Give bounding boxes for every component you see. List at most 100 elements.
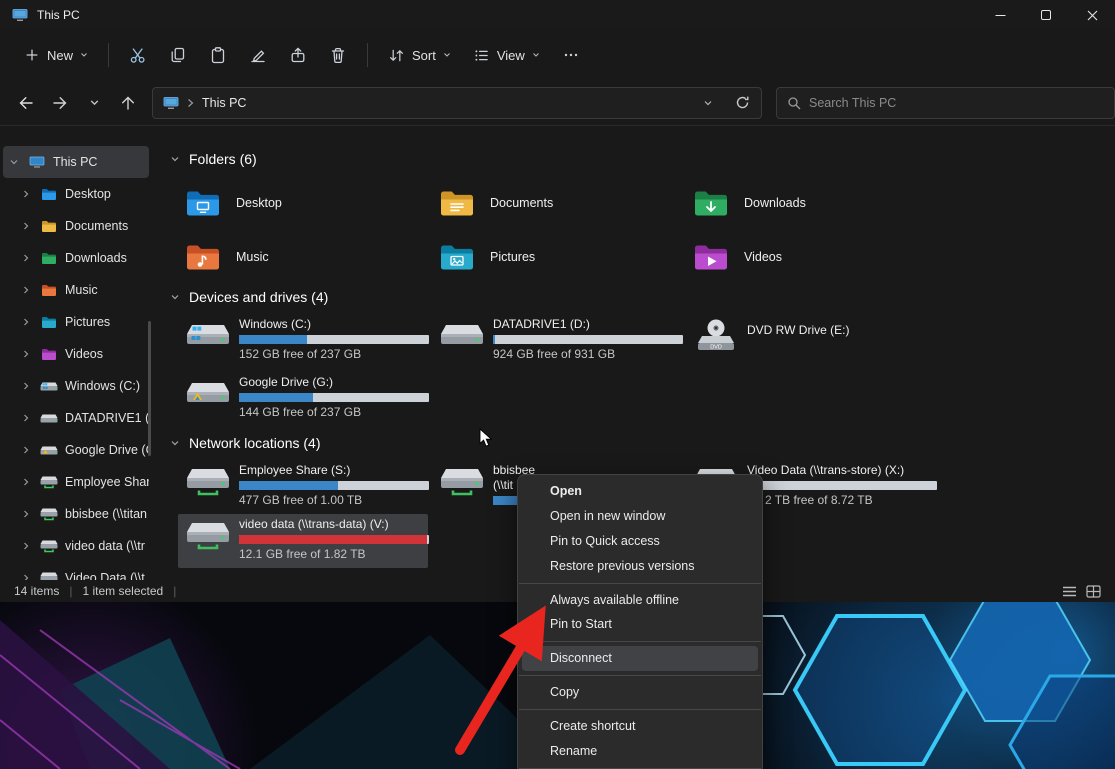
- sidebar-scrollbar[interactable]: [148, 321, 151, 456]
- chevron-right-icon[interactable]: [21, 573, 33, 580]
- search-box[interactable]: [776, 87, 1115, 119]
- menu-item-open[interactable]: Open: [522, 479, 758, 504]
- menu-item-restore-previous[interactable]: Restore previous versions: [522, 554, 758, 579]
- menu-item-disconnect[interactable]: Disconnect: [522, 646, 758, 671]
- menu-item-pin-quick-access[interactable]: Pin to Quick access: [522, 529, 758, 554]
- address-dropdown-button[interactable]: [695, 90, 721, 116]
- search-input[interactable]: [809, 96, 1104, 110]
- sidebar-item-datadrive1[interactable]: DATADRIVE1 (D: [3, 402, 149, 434]
- sidebar-item-music[interactable]: Music: [3, 274, 149, 306]
- folder-tile-desktop[interactable]: Desktop: [185, 176, 435, 230]
- breadcrumb[interactable]: This PC: [202, 96, 246, 110]
- rename-button[interactable]: [239, 38, 277, 72]
- sidebar-item-video-data-x[interactable]: Video Data (\\t: [3, 562, 149, 580]
- drive-tile-datadrive1[interactable]: DATADRIVE1 (D:) 924 GB free of 931 GB: [432, 314, 682, 372]
- chevron-right-icon[interactable]: [21, 509, 33, 519]
- drive-tile-google-drive[interactable]: Google Drive (G:) 144 GB free of 237 GB: [178, 372, 428, 430]
- share-button[interactable]: [279, 38, 317, 72]
- toolbar-separator: [108, 43, 109, 67]
- sidebar-item-documents[interactable]: Documents: [3, 210, 149, 242]
- chevron-right-icon[interactable]: [21, 189, 33, 199]
- copy-button[interactable]: [159, 38, 197, 72]
- sidebar-item-employee-share[interactable]: Employee Shar: [3, 466, 149, 498]
- arrow-up-icon: [119, 94, 137, 112]
- chevron-down-icon[interactable]: [9, 157, 21, 167]
- drive-tile-windows-c[interactable]: Windows (C:) 152 GB free of 237 GB: [178, 314, 428, 372]
- menu-item-copy[interactable]: Copy: [522, 680, 758, 705]
- menu-separator: [519, 709, 761, 710]
- sidebar-item-pictures[interactable]: Pictures: [3, 306, 149, 338]
- more-options-button[interactable]: [552, 38, 590, 72]
- sort-icon: [388, 47, 405, 64]
- chevron-right-icon[interactable]: [21, 253, 33, 263]
- menu-item-pin-to-start[interactable]: Pin to Start: [522, 612, 758, 637]
- chevron-right-icon[interactable]: [21, 349, 33, 359]
- menu-item-create-shortcut[interactable]: Create shortcut: [522, 714, 758, 739]
- capacity-caption: 477 GB free of 1.00 TB: [239, 493, 428, 507]
- chevron-right-icon[interactable]: [21, 445, 33, 455]
- folder-tile-music[interactable]: Music: [185, 230, 435, 284]
- sidebar-item-windows-c[interactable]: Windows (C:): [3, 370, 149, 402]
- chevron-right-icon[interactable]: [21, 221, 33, 231]
- network-drive-tile-video-data-v-selected[interactable]: video data (\\trans-data) (V:) 12.1 GB f…: [178, 514, 428, 568]
- sidebar-item-bbisbee[interactable]: bbisbee (\\titan: [3, 498, 149, 530]
- chevron-down-icon: [170, 154, 180, 164]
- capacity-bar: [239, 535, 429, 544]
- network-drive-icon: [39, 475, 59, 489]
- cut-button[interactable]: [119, 38, 157, 72]
- chevron-down-icon: [703, 98, 713, 108]
- large-icons-view-icon[interactable]: [1086, 585, 1101, 598]
- music-folder-icon: [185, 243, 221, 272]
- details-view-icon[interactable]: [1062, 585, 1077, 598]
- forward-button[interactable]: [44, 87, 76, 119]
- folder-tile-downloads[interactable]: Downloads: [693, 176, 943, 230]
- chevron-right-icon[interactable]: [21, 477, 33, 487]
- menu-item-rename[interactable]: Rename: [522, 739, 758, 764]
- pictures-folder-icon: [39, 316, 59, 329]
- back-button[interactable]: [10, 87, 42, 119]
- folder-tile-videos[interactable]: Videos: [693, 230, 943, 284]
- title-bar: This PC: [0, 0, 1115, 30]
- google-drive-icon: [185, 375, 231, 430]
- sidebar-item-video-data-v[interactable]: video data (\\tr: [3, 530, 149, 562]
- documents-folder-icon: [39, 220, 59, 233]
- chevron-right-icon[interactable]: [21, 413, 33, 423]
- recent-locations-button[interactable]: [78, 87, 110, 119]
- sidebar-item-this-pc[interactable]: This PC: [3, 146, 149, 178]
- sidebar-item-downloads[interactable]: Downloads: [3, 242, 149, 274]
- new-button[interactable]: New: [14, 40, 98, 70]
- network-drive-tile-employee-share[interactable]: Employee Share (S:) 477 GB free of 1.00 …: [178, 460, 428, 514]
- chevron-right-icon[interactable]: [21, 285, 33, 295]
- sidebar-item-google-drive[interactable]: Google Drive (G: [3, 434, 149, 466]
- menu-item-open-new-window[interactable]: Open in new window: [522, 504, 758, 529]
- navigation-pane: This PC Desktop Documents Downloads: [0, 126, 152, 580]
- drive-tile-dvd[interactable]: DVD DVD RW Drive (E:): [686, 314, 936, 372]
- drive-icon: [439, 317, 485, 372]
- close-button[interactable]: [1069, 0, 1115, 30]
- up-button[interactable]: [112, 87, 144, 119]
- view-icon: [473, 47, 490, 64]
- network-drive-icon: [185, 463, 231, 514]
- minimize-button[interactable]: [977, 0, 1023, 30]
- maximize-button[interactable]: [1023, 0, 1069, 30]
- sidebar-item-desktop[interactable]: Desktop: [3, 178, 149, 210]
- sort-button[interactable]: Sort: [378, 40, 461, 71]
- chevron-right-icon[interactable]: [21, 317, 33, 327]
- view-button[interactable]: View: [463, 40, 550, 71]
- chevron-right-icon[interactable]: [21, 381, 33, 391]
- documents-folder-icon: [439, 189, 475, 218]
- chevron-right-icon[interactable]: [21, 541, 33, 551]
- address-bar[interactable]: This PC: [152, 87, 762, 119]
- sidebar-item-videos[interactable]: Videos: [3, 338, 149, 370]
- folder-tile-documents[interactable]: Documents: [439, 176, 689, 230]
- paste-button[interactable]: [199, 38, 237, 72]
- menu-item-always-available[interactable]: Always available offline: [522, 588, 758, 613]
- toolbar-separator: [367, 43, 368, 67]
- section-header-folders[interactable]: Folders (6): [170, 148, 1115, 170]
- drive-icon: [39, 412, 59, 424]
- refresh-button[interactable]: [729, 90, 755, 116]
- folder-tile-pictures[interactable]: Pictures: [439, 230, 689, 284]
- section-header-devices[interactable]: Devices and drives (4): [170, 286, 1115, 308]
- delete-button[interactable]: [319, 38, 357, 72]
- section-header-network[interactable]: Network locations (4): [170, 432, 1115, 454]
